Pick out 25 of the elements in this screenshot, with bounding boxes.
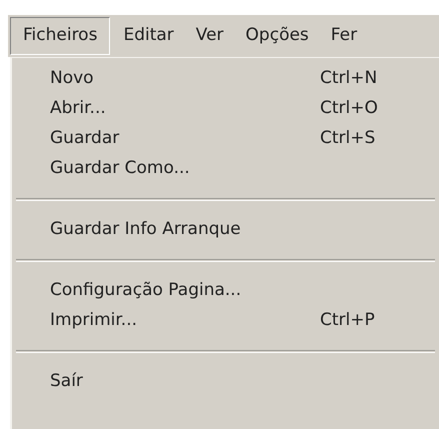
menu-item[interactable]: Guardar Info Arranque [12, 215, 439, 245]
menu-item-label: Imprimir... [50, 309, 138, 332]
menu-item-label: Abrir... [50, 97, 107, 120]
menu-item-label: Guardar [50, 127, 120, 150]
menu-item[interactable]: Guardar Ctrl+S [12, 124, 439, 154]
menu-item-label: Saír [50, 370, 84, 394]
menu-item[interactable]: Novo Ctrl+N [12, 64, 439, 94]
shortcut-label: Ctrl+O [320, 97, 378, 120]
menu-item-label: Configuração Pagina... [50, 279, 242, 302]
menu-item[interactable]: Abrir... Ctrl+O [12, 94, 439, 124]
menu-item[interactable]: Saír [12, 367, 439, 397]
menu-item-label: Novo [50, 67, 95, 90]
menu-item-label: Guardar Info Arranque [50, 218, 242, 242]
menu-bar-item[interactable]: Opções [234, 17, 320, 55]
menu-bar-item[interactable]: Ficheiros [10, 17, 110, 55]
shortcut-label: Ctrl+N [320, 67, 378, 90]
shortcut-label: Ctrl+S [320, 127, 376, 150]
shortcut-label: Ctrl+P [320, 309, 375, 332]
menu-item[interactable]: Configuração Pagina... [12, 276, 439, 306]
menu-bar-item[interactable]: Editar [112, 17, 185, 55]
menu-bar-item[interactable]: Ver [184, 17, 235, 55]
menu-item[interactable]: Guardar Como... [12, 154, 439, 184]
menu-bar-item[interactable]: Fer [320, 17, 368, 55]
menu-item-label: Guardar Como... [50, 157, 191, 180]
menu-item[interactable]: Imprimir... Ctrl+P [12, 306, 439, 336]
